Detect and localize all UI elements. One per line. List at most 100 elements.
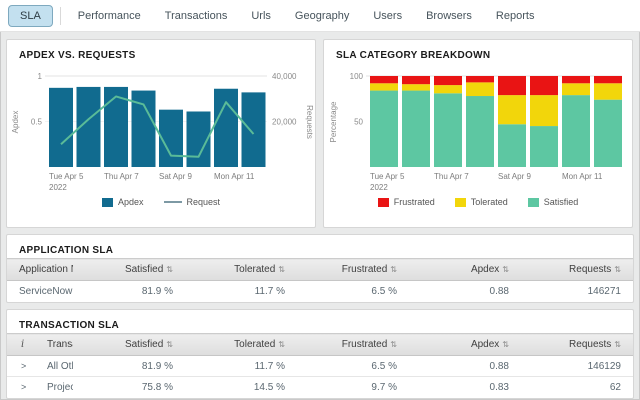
- sort-icon[interactable]: ⇅: [278, 265, 285, 274]
- satisfied-segment[interactable]: [370, 91, 398, 167]
- tab-sla[interactable]: SLA: [8, 5, 53, 27]
- table-row: >All Other Pages81.9 %11.7 %6.5 %0.88146…: [7, 356, 633, 377]
- sort-icon[interactable]: ⇅: [166, 265, 173, 274]
- sort-icon[interactable]: ⇅: [390, 265, 397, 274]
- header-application-name[interactable]: Application Name⇅: [7, 259, 73, 281]
- tab-browsers[interactable]: Browsers: [414, 5, 484, 27]
- header-label: Frustrated: [342, 339, 388, 350]
- table-row: ServiceNow81.9 %11.7 %6.5 %0.88146271: [7, 281, 633, 302]
- header-frustrated[interactable]: Frustrated⇅: [297, 259, 409, 281]
- legend-item-tolerated[interactable]: Tolerated: [455, 197, 508, 207]
- left-axis-tick: 1: [38, 72, 43, 81]
- satisfied-segment[interactable]: [498, 124, 526, 167]
- legend-item-frustrated[interactable]: Frustrated: [378, 197, 435, 207]
- header-requests[interactable]: Requests⇅: [521, 259, 633, 281]
- header-info[interactable]: i: [7, 334, 35, 356]
- line-swatch-icon: [164, 201, 182, 203]
- tolerated-segment[interactable]: [402, 84, 430, 90]
- application-sla-header-row: Application Name⇅ Satisfied⇅ Tolerated⇅ …: [7, 259, 633, 281]
- tab-performance[interactable]: Performance: [66, 5, 153, 27]
- header-tolerated[interactable]: Tolerated⇅: [185, 259, 297, 281]
- frustrated-segment[interactable]: [434, 76, 462, 85]
- y-axis-tick: 50: [354, 118, 363, 127]
- apdex-bar[interactable]: [49, 88, 73, 167]
- frustrated-segment[interactable]: [402, 76, 430, 84]
- header-satisfied[interactable]: Satisfied⇅: [73, 334, 185, 356]
- left-axis-title: Apdex: [11, 111, 20, 134]
- tab-divider: [60, 7, 61, 25]
- sort-icon[interactable]: ⇅: [166, 340, 173, 349]
- tab-urls[interactable]: Urls: [239, 5, 283, 27]
- header-apdex[interactable]: Apdex⇅: [409, 334, 521, 356]
- tab-geography[interactable]: Geography: [283, 5, 361, 27]
- tolerated-segment[interactable]: [434, 85, 462, 93]
- tolerated-segment[interactable]: [370, 83, 398, 90]
- transaction-sla-panel: TRANSACTION SLA i Transaction⇅ Satisfied…: [6, 309, 634, 399]
- expand-chevron-icon[interactable]: >: [21, 382, 26, 392]
- legend-item-apdex[interactable]: Apdex: [102, 197, 144, 207]
- application-sla-table: Application Name⇅ Satisfied⇅ Tolerated⇅ …: [7, 258, 633, 301]
- frustrated-segment[interactable]: [370, 76, 398, 83]
- satisfied-segment[interactable]: [594, 100, 622, 167]
- tab-transactions[interactable]: Transactions: [153, 5, 240, 27]
- header-satisfied[interactable]: Satisfied⇅: [73, 259, 185, 281]
- transaction-name[interactable]: Project task (Premium feature): [35, 377, 73, 398]
- header-tolerated[interactable]: Tolerated⇅: [185, 334, 297, 356]
- tolerated-segment[interactable]: [562, 83, 590, 95]
- transaction-name[interactable]: All Other Pages: [35, 356, 73, 377]
- sort-icon[interactable]: ⇅: [614, 265, 621, 274]
- expand-chevron-icon[interactable]: >: [21, 361, 26, 371]
- satisfied-segment[interactable]: [434, 93, 462, 167]
- frustrated-segment[interactable]: [594, 76, 622, 83]
- square-swatch-icon: [455, 198, 466, 207]
- header-requests[interactable]: Requests⇅: [521, 334, 633, 356]
- satisfied-segment[interactable]: [402, 91, 430, 167]
- x-axis-tick: 2022: [370, 183, 388, 192]
- apdex-bar[interactable]: [242, 92, 266, 167]
- transaction-sla-title: TRANSACTION SLA: [7, 310, 633, 333]
- tab-users[interactable]: Users: [361, 5, 414, 27]
- header-label: Apdex: [471, 339, 499, 350]
- satisfied-segment[interactable]: [562, 95, 590, 167]
- header-frustrated[interactable]: Frustrated⇅: [297, 334, 409, 356]
- legend-label: Satisfied: [544, 197, 579, 207]
- frustrated-value: 6.5 %: [297, 356, 409, 377]
- satisfied-segment[interactable]: [530, 126, 558, 167]
- apdex-bar[interactable]: [214, 89, 238, 167]
- sla-breakdown-chart[interactable]: 10050PercentageTue Apr 52022Thu Apr 7Sat…: [326, 63, 630, 196]
- header-label: Tolerated: [234, 264, 275, 275]
- x-axis-tick: Thu Apr 7: [434, 172, 469, 181]
- tolerated-segment[interactable]: [594, 83, 622, 99]
- satisfied-value: 75.8 %: [73, 377, 185, 398]
- application-name[interactable]: ServiceNow: [7, 281, 73, 302]
- sla-breakdown-chart-title: SLA CATEGORY BREAKDOWN: [324, 40, 632, 63]
- legend-item-satisfied[interactable]: Satisfied: [528, 197, 579, 207]
- tab-bar: SLA Performance Transactions Urls Geogra…: [0, 0, 640, 32]
- frustrated-segment[interactable]: [530, 76, 558, 95]
- header-label: Satisfied: [125, 339, 163, 350]
- sort-icon[interactable]: ⇅: [278, 340, 285, 349]
- tab-reports[interactable]: Reports: [484, 5, 547, 27]
- application-sla-panel: APPLICATION SLA Application Name⇅ Satisf…: [6, 234, 634, 303]
- apdex-requests-chart[interactable]: 10.540,00020,000ApdexRequestsTue Apr 520…: [9, 63, 313, 196]
- legend-item-request[interactable]: Request: [164, 197, 221, 207]
- frustrated-segment[interactable]: [562, 76, 590, 83]
- apdex-requests-chart-title: APDEX VS. REQUESTS: [7, 40, 315, 63]
- tolerated-segment[interactable]: [466, 82, 494, 96]
- frustrated-segment[interactable]: [466, 76, 494, 82]
- transaction-sla-header-row: i Transaction⇅ Satisfied⇅ Tolerated⇅ Fru…: [7, 334, 633, 356]
- header-apdex[interactable]: Apdex⇅: [409, 259, 521, 281]
- header-label: Apdex: [471, 264, 499, 275]
- header-transaction[interactable]: Transaction⇅: [35, 334, 73, 356]
- info-icon[interactable]: i: [21, 339, 24, 350]
- frustrated-segment[interactable]: [498, 76, 526, 95]
- sort-icon[interactable]: ⇅: [390, 340, 397, 349]
- tolerated-segment[interactable]: [530, 95, 558, 126]
- sort-icon[interactable]: ⇅: [614, 340, 621, 349]
- tolerated-segment[interactable]: [498, 95, 526, 124]
- satisfied-segment[interactable]: [466, 96, 494, 167]
- sort-icon[interactable]: ⇅: [502, 340, 509, 349]
- requests-value: 62: [521, 377, 633, 398]
- header-label: Requests: [569, 264, 611, 275]
- sort-icon[interactable]: ⇅: [502, 265, 509, 274]
